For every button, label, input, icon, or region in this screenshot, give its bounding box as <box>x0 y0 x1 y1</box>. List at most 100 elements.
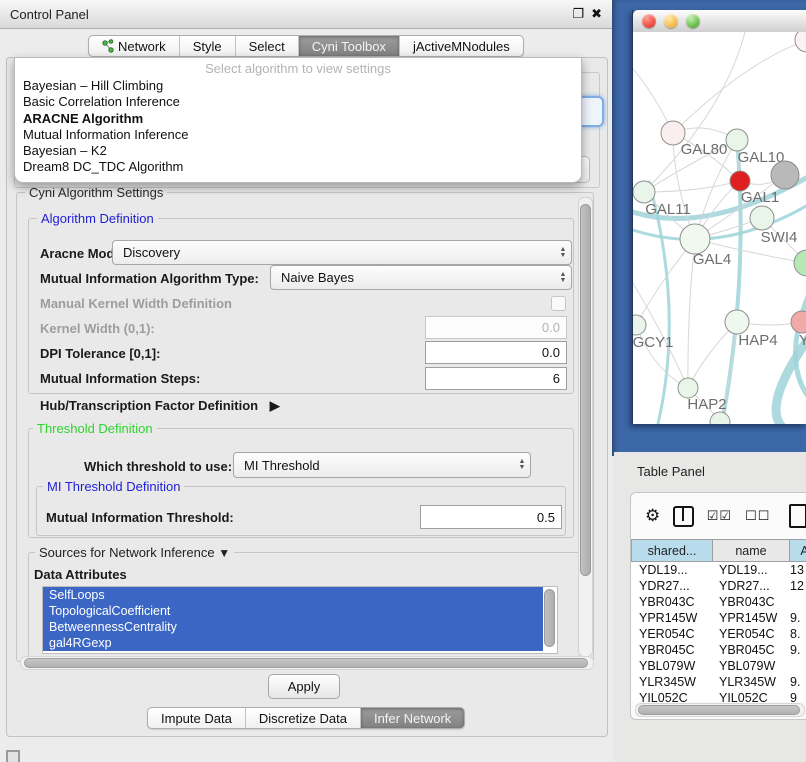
network-window-titlebar[interactable] <box>633 10 806 33</box>
algorithm-option[interactable]: Basic Correlation Inference <box>15 94 581 110</box>
network-node-y[interactable] <box>791 311 806 333</box>
network-node[interactable] <box>710 412 730 424</box>
gear-icon[interactable]: ⚙ <box>645 506 660 526</box>
table-cell: YLR345W <box>719 674 776 690</box>
network-node-swi4[interactable] <box>750 206 774 230</box>
algorithm-option[interactable]: Bayesian – K2 <box>15 143 581 159</box>
table-row[interactable]: YIL052CYIL052C9 <box>631 690 806 702</box>
table-row[interactable]: YPR145WYPR145W9. <box>631 610 806 626</box>
attribute-list-scrollbar[interactable] <box>543 587 555 651</box>
attribute-list-item[interactable]: BetweennessCentrality <box>43 619 543 635</box>
manual-kernel-checkbox[interactable] <box>551 296 566 311</box>
unchecked-columns-icon[interactable]: ☐☐ <box>745 508 770 524</box>
bottom-tabbar: Impute Data Discretize DataInfer Network <box>147 707 465 729</box>
bottom-tab-impute-data[interactable]: Impute Data <box>148 708 245 728</box>
algorithm-option[interactable]: Dream8 DC_TDC Algorithm <box>15 159 581 175</box>
mac-minimize-button[interactable] <box>664 14 678 28</box>
bottom-tab-discretize-data[interactable]: Discretize Data <box>245 708 360 728</box>
table-header-name[interactable]: name <box>713 539 790 562</box>
apply-button[interactable]: Apply <box>268 674 340 699</box>
settings-vertical-scrollbar[interactable] <box>578 197 593 657</box>
stepper-arrows-icon: ▲▼ <box>555 241 571 264</box>
table-row[interactable]: YLR345WYLR345W9. <box>631 674 806 690</box>
table-header-shared[interactable]: shared... <box>631 539 713 562</box>
attribute-list-item[interactable]: TopologicalCoefficient <box>43 603 543 619</box>
float-panel-icon[interactable]: ❐ <box>572 6 584 22</box>
tab-cyni-toolbox[interactable]: Cyni Toolbox <box>298 36 399 56</box>
network-node-gal4[interactable] <box>680 224 710 254</box>
mac-zoom-button[interactable] <box>686 14 700 28</box>
network-node[interactable] <box>794 250 806 276</box>
table-horizontal-scrollbar[interactable] <box>635 703 805 717</box>
settings-vertical-scroll-thumb[interactable] <box>580 204 591 576</box>
algorithm-option[interactable]: Bayesian – Hill Climbing <box>15 78 581 94</box>
mi-steps-value: 6 <box>553 371 560 386</box>
aracne-mode-combobox[interactable]: Discovery ▲▼ <box>112 240 572 265</box>
table-cell: YDL19... <box>639 562 688 578</box>
network-node[interactable] <box>771 161 799 189</box>
sources-group-title[interactable]: Sources for Network Inference ▼ <box>35 545 234 560</box>
kernel-width-input[interactable]: 0.0 <box>425 316 567 339</box>
document-icon[interactable] <box>789 504 806 528</box>
table-horizontal-scroll-thumb[interactable] <box>638 705 800 715</box>
hub-expander[interactable]: Hub/Transcription Factor Definition ▶ <box>40 398 280 414</box>
checked-columns-icon[interactable]: ☑☑ <box>707 508 732 524</box>
table-body: YDL19...YDL19...13YDR27...YDR27...12YBR0… <box>631 562 806 702</box>
expander-right-arrow-icon[interactable]: ▶ <box>270 398 280 413</box>
split-view-icon[interactable] <box>673 506 694 527</box>
network-node-gal10[interactable] <box>726 129 748 151</box>
mi-steps-input[interactable]: 6 <box>425 367 567 390</box>
tab-select[interactable]: Select <box>235 36 298 56</box>
aracne-mode-value: Discovery <box>113 245 555 260</box>
bottom-tab-label: Impute Data <box>161 711 232 726</box>
network-node-gcy1[interactable] <box>633 315 646 335</box>
algorithm-option[interactable]: ARACNE Algorithm <box>15 111 581 127</box>
settings-horizontal-scroll-thumb[interactable] <box>24 658 588 668</box>
table-row[interactable]: YER054CYER054C8. <box>631 626 806 642</box>
attribute-list-item[interactable]: gal4RGexp <box>43 635 543 651</box>
mac-close-button[interactable] <box>642 14 656 28</box>
table-cell: YPR145W <box>639 610 697 626</box>
mi-threshold-input[interactable]: 0.5 <box>420 505 562 529</box>
table-toolbar: ⚙ ☑☑ ☐☐ <box>631 493 806 539</box>
application-window: Control Panel ❐ ✖ NetworkStyleSelectCyni… <box>0 0 806 762</box>
dpi-tolerance-input[interactable]: 0.0 <box>425 341 567 364</box>
collapsed-panel-icon[interactable] <box>6 750 20 762</box>
attribute-list-scroll-thumb[interactable] <box>544 589 555 647</box>
attribute-list-item[interactable]: SelfLoops <box>43 587 543 603</box>
table-cell: YLR345W <box>639 674 696 690</box>
tab-label: jActiveMNodules <box>413 39 510 54</box>
table-row[interactable]: YBR043CYBR043C <box>631 594 806 610</box>
settings-horizontal-scrollbar[interactable] <box>20 656 594 670</box>
sources-title-text: Sources for Network Inference <box>39 545 215 560</box>
tab-jactivemnodules[interactable]: jActiveMNodules <box>399 36 523 56</box>
table-row[interactable]: YBL079WYBL079W <box>631 658 806 674</box>
table-cell: YBR043C <box>719 594 775 610</box>
control-panel-titlebar: Control Panel ❐ ✖ <box>0 0 612 29</box>
network-node[interactable] <box>795 32 806 52</box>
network-node-hap4[interactable] <box>725 310 749 334</box>
network-canvas[interactable]: GAL80GAL10GAL1GAL11SWI4GAL4GCY1HAP4YHAP2 <box>633 32 806 424</box>
data-attributes-list[interactable]: SelfLoopsTopologicalCoefficientBetweenne… <box>42 586 558 654</box>
table-row[interactable]: YBR045CYBR045C9. <box>631 642 806 658</box>
table-cell: YIL052C <box>639 690 688 702</box>
table-row[interactable]: YDL19...YDL19...13 <box>631 562 806 578</box>
network-node-gal11[interactable] <box>633 181 655 203</box>
network-edge[interactable] <box>673 40 806 133</box>
network-node-hap2[interactable] <box>678 378 698 398</box>
table-header-a[interactable]: A <box>790 539 806 562</box>
network-edge[interactable] <box>644 32 745 192</box>
expander-down-arrow-icon[interactable]: ▼ <box>218 546 230 560</box>
tab-style[interactable]: Style <box>179 36 235 56</box>
algorithm-option[interactable]: Mutual Information Inference <box>15 127 581 143</box>
close-panel-icon[interactable]: ✖ <box>591 6 602 22</box>
bottom-tab-infer-network[interactable]: Infer Network <box>360 708 464 728</box>
tab-network[interactable]: Network <box>89 36 179 56</box>
mi-type-combobox[interactable]: Naive Bayes ▲▼ <box>270 265 572 290</box>
table-row[interactable]: YDR27...YDR27...12 <box>631 578 806 594</box>
table-cell: YIL052C <box>719 690 768 702</box>
network-edge[interactable] <box>636 239 695 325</box>
node-label: HAP2 <box>687 396 726 413</box>
which-threshold-combobox[interactable]: MI Threshold ▲▼ <box>233 452 531 478</box>
network-node-gal1[interactable] <box>730 171 750 191</box>
